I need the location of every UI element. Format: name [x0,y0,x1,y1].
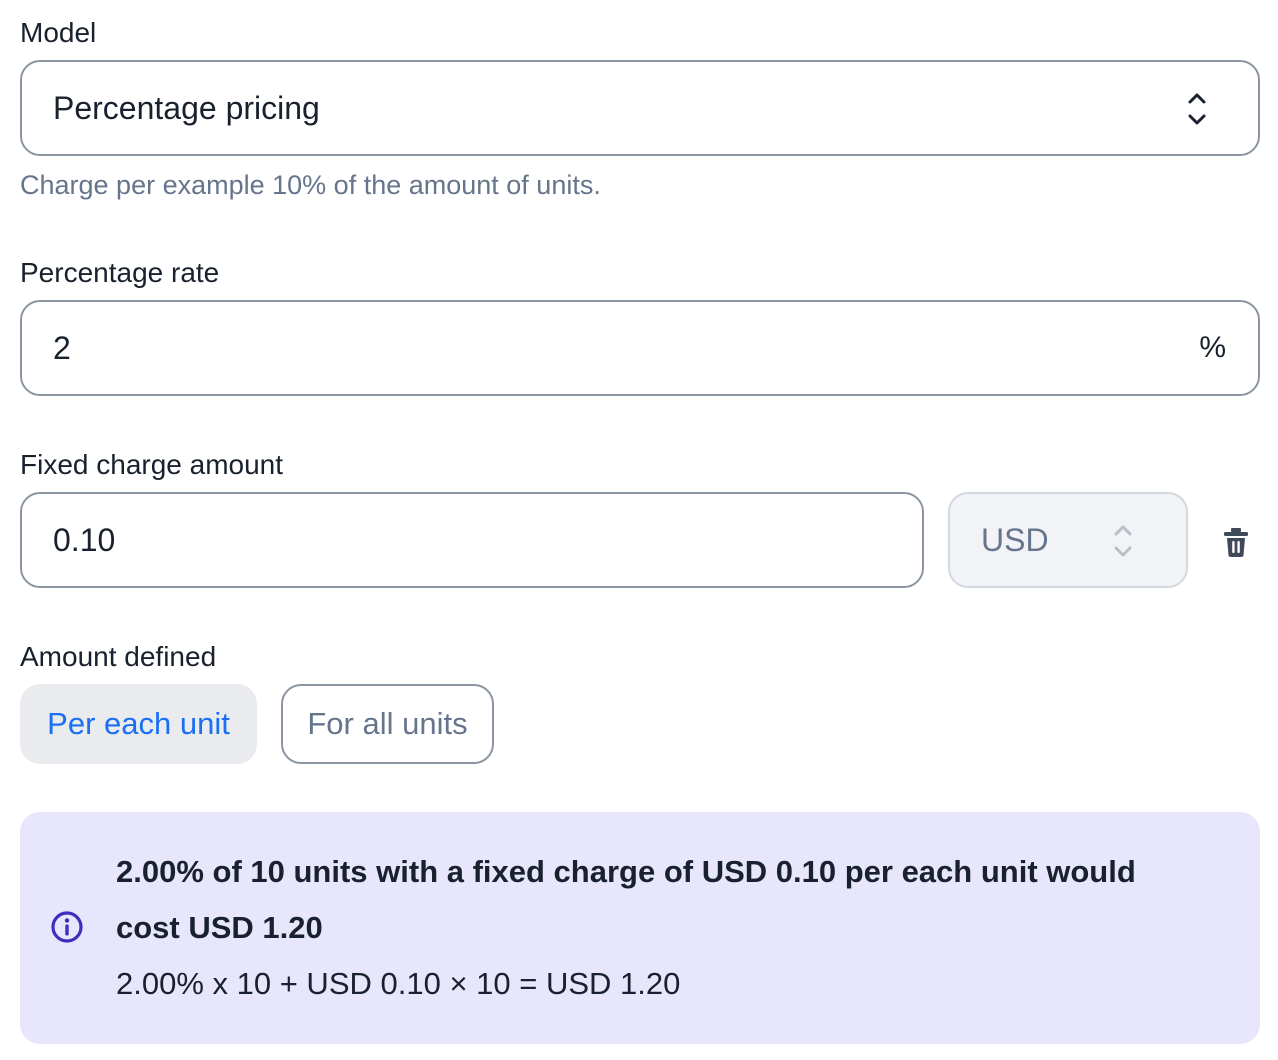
per-each-unit-button[interactable]: Per each unit [20,684,257,764]
for-all-units-button[interactable]: For all units [281,684,494,764]
amount-defined-label: Amount defined [20,641,217,672]
percentage-rate-label: Percentage rate [20,257,220,288]
model-label: Model [20,17,97,48]
currency-select-value: USD [981,521,1049,558]
percent-suffix: % [1199,331,1226,364]
summary-line-2: cost USD 1.20 [116,910,323,945]
fixed-charge-value: 0.10 [53,521,116,558]
summary-line-1: 2.00% of 10 units with a fixed charge of… [116,854,1136,889]
currency-select[interactable]: USD [948,492,1188,588]
summary-formula: 2.00% x 10 + USD 0.10 × 10 = USD 1.20 [116,966,681,1001]
fixed-charge-input[interactable]: 0.10 [20,492,924,588]
delete-fixed-charge-button[interactable] [1212,518,1260,566]
model-select-value: Percentage pricing [53,89,320,126]
fixed-charge-label: Fixed charge amount [20,449,284,480]
chevron-up-down-icon [1112,522,1134,560]
model-help-text: Charge per example 10% of the amount of … [20,170,601,200]
model-select[interactable]: Percentage pricing [20,60,1260,156]
pricing-summary-box: 2.00% of 10 units with a fixed charge of… [20,812,1260,1044]
chevron-up-down-icon [1186,90,1208,128]
trash-icon [1222,526,1250,558]
percentage-rate-value: 2 [53,329,71,366]
percentage-rate-input[interactable]: 2 % [20,300,1260,396]
info-circle-icon [50,910,84,944]
